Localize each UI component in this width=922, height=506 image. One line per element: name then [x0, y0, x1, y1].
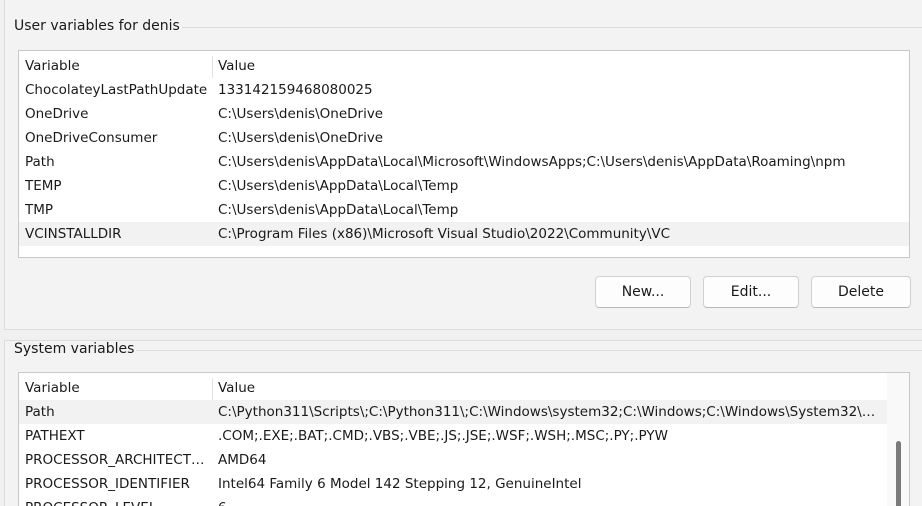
scrollbar-thumb[interactable]	[896, 441, 901, 506]
variable-value: 133142159468080025	[218, 82, 373, 98]
variable-name: TMP	[25, 202, 54, 218]
variable-value: C:\Users\denis\OneDrive	[218, 106, 384, 122]
table-row[interactable]: TMP C:\Users\denis\AppData\Local\Temp	[19, 198, 909, 222]
column-divider[interactable]	[212, 56, 213, 78]
column-header-value[interactable]: Value	[218, 376, 255, 400]
variable-value: C:\Users\denis\AppData\Local\Microsoft\W…	[218, 154, 846, 170]
table-row-selected[interactable]: Path C:\Python311\Scripts\;C:\Python311\…	[19, 400, 887, 424]
user-variables-title: User variables for denis	[12, 18, 182, 34]
variable-name: Path	[25, 154, 55, 170]
system-list-scrollbar[interactable]	[887, 373, 909, 506]
table-row[interactable]: OneDrive C:\Users\denis\OneDrive	[19, 102, 909, 126]
user-variables-list[interactable]: Variable Value ChocolateyLastPathUpdate …	[18, 50, 910, 258]
delete-user-variable-button[interactable]: Delete	[811, 276, 911, 308]
column-header-value[interactable]: Value	[218, 54, 255, 78]
variable-value: Intel64 Family 6 Model 142 Stepping 12, …	[218, 476, 582, 492]
table-row[interactable]: PROCESSOR_LEVEL 6	[19, 496, 887, 506]
system-group-divider	[126, 350, 922, 351]
table-row[interactable]: PATHEXT .COM;.EXE;.BAT;.CMD;.VBS;.VBE;.J…	[19, 424, 887, 448]
variable-name: Path	[25, 404, 55, 420]
variable-name: TEMP	[25, 178, 62, 194]
user-list-header: Variable Value	[19, 54, 909, 78]
column-divider[interactable]	[212, 378, 213, 400]
variable-value: 6	[218, 496, 227, 506]
system-variables-list[interactable]: Variable Value Path C:\Python311\Scripts…	[18, 372, 910, 506]
table-row[interactable]: TEMP C:\Users\denis\AppData\Local\Temp	[19, 174, 909, 198]
new-user-variable-button[interactable]: New...	[595, 276, 691, 308]
table-row[interactable]: Path C:\Users\denis\AppData\Local\Micros…	[19, 150, 909, 174]
system-list-header: Variable Value	[19, 376, 909, 400]
variable-name: PROCESSOR_ARCHITECTU...	[25, 452, 209, 468]
variable-name: OneDrive	[25, 106, 89, 122]
variable-value: C:\Program Files (x86)\Microsoft Visual …	[218, 226, 671, 242]
table-row[interactable]: OneDriveConsumer C:\Users\denis\OneDrive	[19, 126, 909, 150]
variable-name: OneDriveConsumer	[25, 130, 158, 146]
variable-name: PATHEXT	[25, 428, 85, 444]
environment-variables-dialog: User variables for denis Variable Value …	[0, 0, 922, 506]
variable-value: AMD64	[218, 452, 267, 468]
edit-user-variable-button[interactable]: Edit...	[703, 276, 799, 308]
system-variables-title: System variables	[12, 341, 137, 357]
table-row[interactable]: PROCESSOR_ARCHITECTU... AMD64	[19, 448, 887, 472]
variable-name: ChocolateyLastPathUpdate	[25, 82, 208, 98]
variable-name: PROCESSOR_IDENTIFIER	[25, 476, 190, 492]
column-header-variable[interactable]: Variable	[25, 376, 209, 400]
table-row-selected[interactable]: VCINSTALLDIR C:\Program Files (x86)\Micr…	[19, 222, 909, 246]
user-group-divider	[170, 27, 922, 28]
variable-name: VCINSTALLDIR	[25, 226, 122, 242]
variable-value: C:\Users\denis\OneDrive	[218, 130, 384, 146]
variable-value: C:\Python311\Scripts\;C:\Python311\;C:\W…	[218, 404, 886, 420]
variable-name: PROCESSOR_LEVEL	[25, 496, 209, 506]
table-row[interactable]: ChocolateyLastPathUpdate 133142159468080…	[19, 78, 909, 102]
variable-value: C:\Users\denis\AppData\Local\Temp	[218, 202, 459, 218]
variable-value: C:\Users\denis\AppData\Local\Temp	[218, 178, 459, 194]
table-row[interactable]: PROCESSOR_IDENTIFIER Intel64 Family 6 Mo…	[19, 472, 887, 496]
variable-value: .COM;.EXE;.BAT;.CMD;.VBS;.VBE;.JS;.JSE;.…	[218, 428, 668, 444]
column-header-variable[interactable]: Variable	[25, 54, 209, 78]
